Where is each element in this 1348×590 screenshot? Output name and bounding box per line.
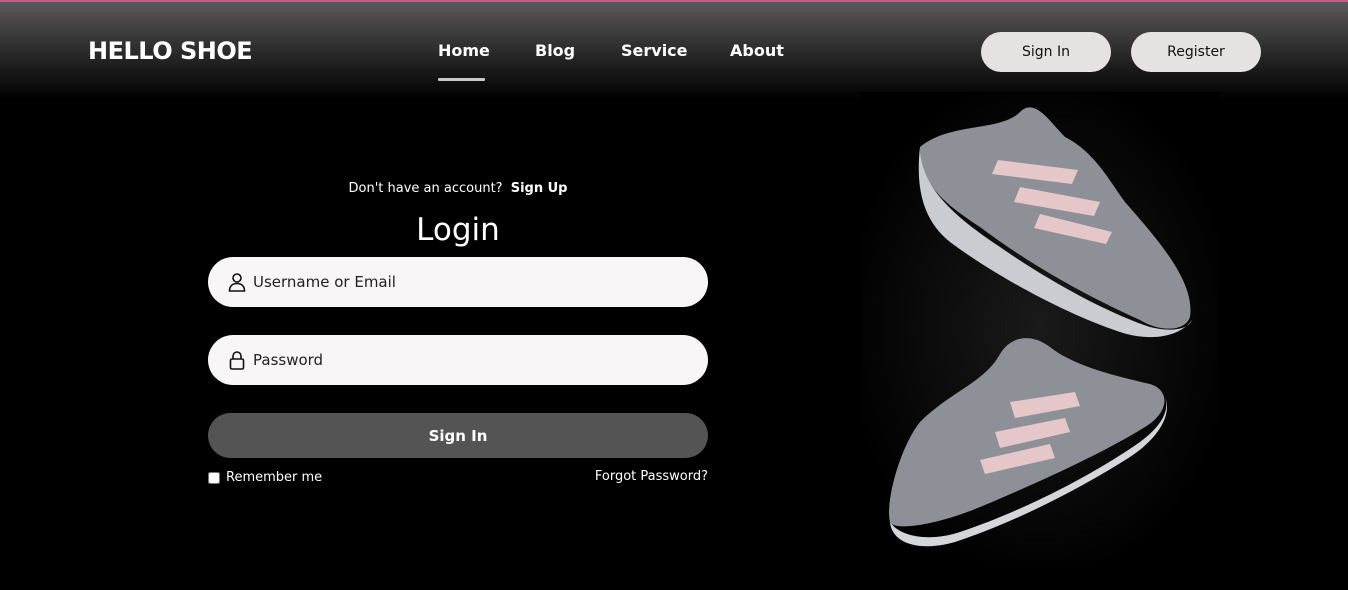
site-logo[interactable]: HELLO SHOE — [88, 37, 253, 65]
header-signin-button[interactable]: Sign In — [981, 32, 1111, 72]
nav-link-about[interactable]: About — [730, 41, 784, 60]
remember-me-label: Remember me — [226, 470, 323, 485]
remember-me[interactable]: Remember me — [208, 470, 322, 485]
nav-active-underline — [438, 78, 485, 81]
username-input[interactable] — [253, 273, 673, 291]
nav-link-blog[interactable]: Blog — [535, 41, 575, 60]
username-field[interactable] — [208, 257, 708, 307]
nav-link-home[interactable]: Home — [438, 41, 490, 60]
signup-prompt-row: Don't have an account? Sign Up — [208, 181, 708, 196]
header-register-button[interactable]: Register — [1131, 32, 1261, 72]
signup-prompt-text: Don't have an account? — [348, 181, 503, 196]
nav-link-service[interactable]: Service — [621, 41, 688, 60]
password-field[interactable] — [208, 335, 708, 385]
signup-link[interactable]: Sign Up — [511, 181, 568, 196]
lock-icon — [226, 349, 248, 371]
forgot-password-link[interactable]: Forgot Password? — [595, 469, 708, 484]
password-input[interactable] — [253, 351, 673, 369]
navbar: HELLO SHOE Home Blog Service About Sign … — [0, 2, 1348, 100]
remember-me-checkbox[interactable] — [208, 471, 220, 484]
login-title: Login — [416, 212, 500, 248]
login-submit-button[interactable]: Sign In — [208, 413, 708, 458]
user-icon — [226, 271, 248, 293]
sneakers-image — [860, 92, 1220, 562]
